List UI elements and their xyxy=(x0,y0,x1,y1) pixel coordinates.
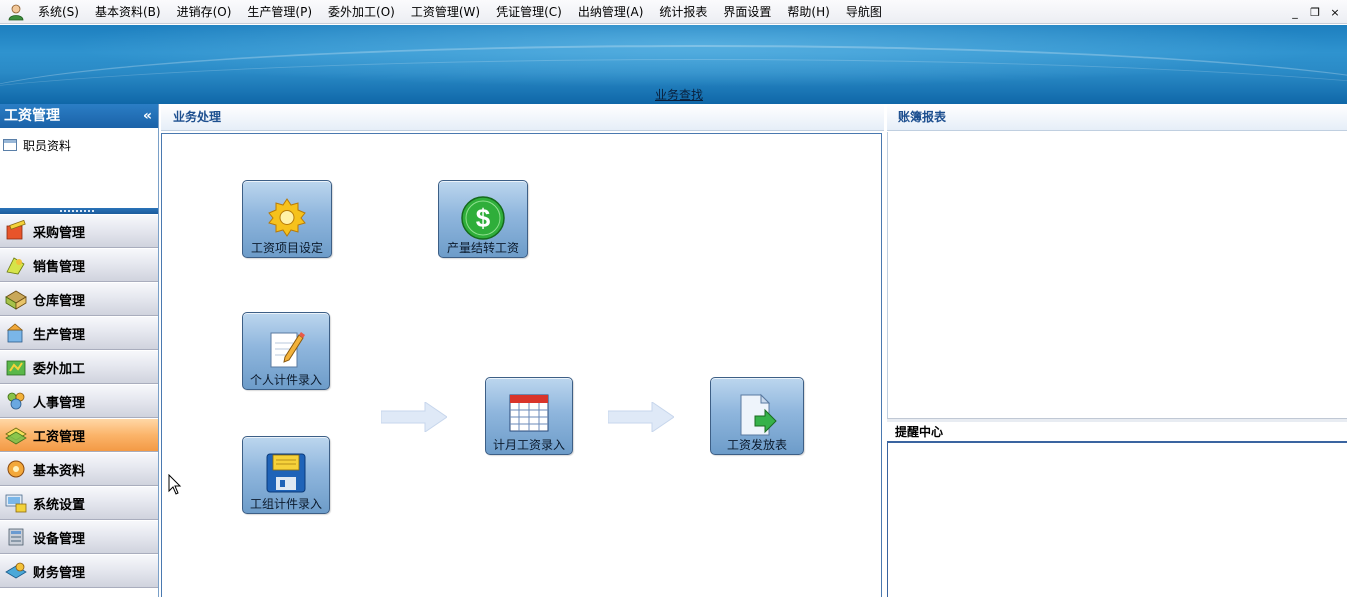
menu-payroll[interactable]: 工资管理(W) xyxy=(403,0,488,24)
people-icon xyxy=(7,392,25,410)
nav-item-label: 人事管理 xyxy=(33,395,86,411)
module-tree: 职员资料 xyxy=(0,128,158,208)
menu-nav-map[interactable]: 导航图 xyxy=(838,0,890,24)
left-panel-title: 工资管理 xyxy=(4,108,60,124)
tree-item-label: 职员资料 xyxy=(23,138,72,153)
salary-payment-sheet-button[interactable]: 工资发放表 xyxy=(710,377,804,455)
left-panel: 工资管理 « 职员资料 采购管理 销售管理 仓库管理 生产管理 委外加工 人事管… xyxy=(0,104,159,597)
system-settings-icon xyxy=(5,494,27,513)
tile-label: 个人计件录入 xyxy=(249,373,322,387)
equipment-icon xyxy=(8,528,24,546)
menu-production[interactable]: 生产管理(P) xyxy=(239,0,320,24)
nav-item-label: 委外加工 xyxy=(33,361,86,377)
nav-item-label: 系统设置 xyxy=(33,497,86,513)
nav-item-purchase[interactable]: 采购管理 xyxy=(0,214,158,248)
tile-label: 工资项目设定 xyxy=(250,241,323,255)
menu-bar: 系统(S) 基本资料(B) 进销存(O) 生产管理(P) 委外加工(O) 工资管… xyxy=(0,0,1347,24)
nav-item-equipment[interactable]: 设备管理 xyxy=(0,520,158,554)
restore-button[interactable]: ❐ xyxy=(1309,6,1321,19)
nav-item-label: 采购管理 xyxy=(33,225,86,241)
close-button[interactable]: × xyxy=(1329,6,1341,19)
ledger-panel-title: 账簿报表 xyxy=(898,110,947,124)
nav-item-system-settings[interactable]: 系统设置 xyxy=(0,486,158,520)
reminder-panel xyxy=(887,443,1347,597)
flow-arrow-icon xyxy=(608,402,674,432)
user-icon[interactable] xyxy=(7,3,25,21)
tree-item-employee-data[interactable]: 职员资料 xyxy=(0,136,158,154)
menu-outsource[interactable]: 委外加工(O) xyxy=(320,0,403,24)
finance-icon xyxy=(5,562,27,579)
payroll-icon xyxy=(5,427,27,445)
ledger-panel xyxy=(887,132,1347,418)
minimize-button[interactable]: _ xyxy=(1289,6,1301,19)
panel-splitter[interactable] xyxy=(0,208,158,214)
menu-voucher[interactable]: 凭证管理(C) xyxy=(488,0,570,24)
left-panel-header: 工资管理 « xyxy=(0,104,158,128)
window-controls: _ ❐ × xyxy=(1289,0,1341,24)
tile-label: 工资发放表 xyxy=(726,438,787,452)
ledger-panel-header: 账簿报表 xyxy=(887,104,1347,131)
nav-item-sales[interactable]: 销售管理 xyxy=(0,248,158,282)
menu-interface[interactable]: 界面设置 xyxy=(715,0,779,24)
dollar-icon: $ xyxy=(461,196,505,240)
tile-label: 工组计件录入 xyxy=(249,497,322,511)
outsource-icon xyxy=(6,360,26,376)
menu-reports[interactable]: 统计报表 xyxy=(651,0,715,24)
document-export-icon xyxy=(740,393,777,436)
purchase-icon xyxy=(6,220,26,240)
nav-item-label: 销售管理 xyxy=(33,259,86,275)
menu-system[interactable]: 系统(S) xyxy=(30,0,87,24)
tile-label: 计月工资录入 xyxy=(492,438,565,452)
menu-inventory[interactable]: 进销存(O) xyxy=(169,0,240,24)
group-piece-entry-button[interactable]: 工组计件录入 xyxy=(242,436,330,514)
nav-item-label: 设备管理 xyxy=(33,531,86,547)
nav-item-label: 财务管理 xyxy=(33,565,86,581)
nav-item-label: 生产管理 xyxy=(33,327,86,343)
menu-basic-data[interactable]: 基本资料(B) xyxy=(87,0,169,24)
individual-piece-entry-button[interactable]: 个人计件录入 xyxy=(242,312,330,390)
floppy-disk-icon xyxy=(266,453,306,493)
production-icon xyxy=(6,323,24,343)
nav-item-finance[interactable]: 财务管理 xyxy=(0,554,158,588)
document-edit-icon xyxy=(270,332,305,368)
business-search-link[interactable]: 业务查找 xyxy=(655,86,703,103)
nav-item-production[interactable]: 生产管理 xyxy=(0,316,158,350)
banner: 业务查找 xyxy=(0,25,1347,104)
business-panel-title: 业务处理 xyxy=(173,110,222,124)
nav-item-label: 工资管理 xyxy=(33,429,86,445)
menu-help[interactable]: 帮助(H) xyxy=(779,0,837,24)
salary-item-setup-button[interactable]: 工资项目设定 xyxy=(242,180,332,258)
business-panel: 工资项目设定 $ 产量结转工资 个人计件录入 工组计件录入 计月工资录入 工资发… xyxy=(161,133,882,597)
business-panel-header: 业务处理 xyxy=(161,104,884,131)
nav-item-label: 仓库管理 xyxy=(33,293,86,309)
gear-icon xyxy=(268,198,306,237)
menu-cashier[interactable]: 出纳管理(A) xyxy=(570,0,652,24)
mouse-cursor-icon xyxy=(168,474,182,495)
tile-label: 产量结转工资 xyxy=(446,241,519,255)
nav-item-outsource[interactable]: 委外加工 xyxy=(0,350,158,384)
table-icon xyxy=(3,139,17,151)
calendar-icon xyxy=(509,394,549,432)
flow-arrow-icon xyxy=(381,402,447,432)
reminder-panel-header: 提醒中心 xyxy=(887,422,1347,443)
basic-data-icon xyxy=(7,460,25,478)
nav-item-warehouse[interactable]: 仓库管理 xyxy=(0,282,158,316)
warehouse-icon xyxy=(5,290,27,310)
nav-item-payroll[interactable]: 工资管理 xyxy=(0,418,158,452)
output-transfer-salary-button[interactable]: $ 产量结转工资 xyxy=(438,180,528,258)
monthly-salary-entry-button[interactable]: 计月工资录入 xyxy=(485,377,573,455)
sales-icon xyxy=(6,257,25,275)
nav-item-label: 基本资料 xyxy=(33,463,86,479)
nav-item-hr[interactable]: 人事管理 xyxy=(0,384,158,418)
module-nav: 采购管理 销售管理 仓库管理 生产管理 委外加工 人事管理 工资管理 基本资料 … xyxy=(0,214,158,588)
reminder-panel-title: 提醒中心 xyxy=(895,425,944,439)
collapse-icon[interactable]: « xyxy=(143,104,152,128)
nav-item-basic-data[interactable]: 基本资料 xyxy=(0,452,158,486)
svg-text:$: $ xyxy=(476,203,491,233)
